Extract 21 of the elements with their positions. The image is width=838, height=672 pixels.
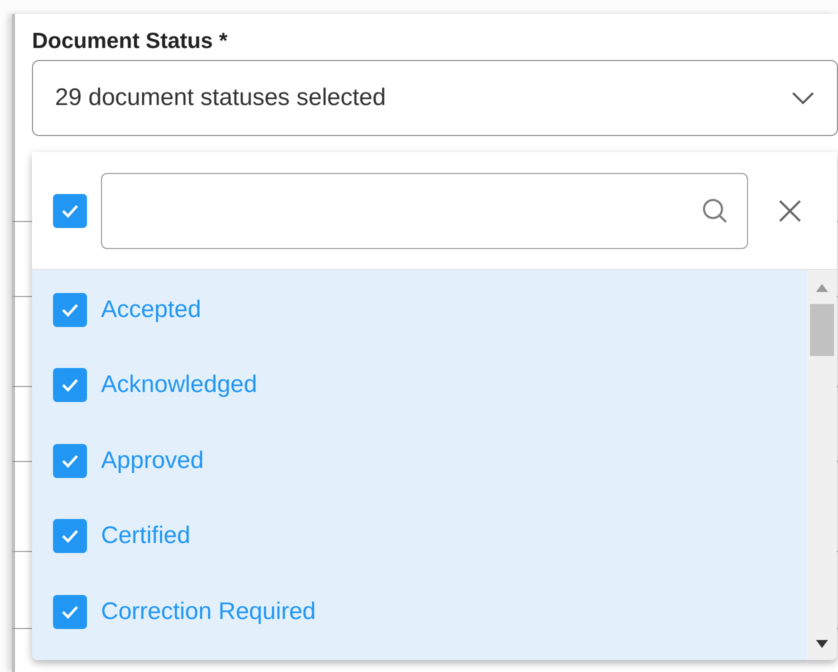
scroll-up-icon[interactable] [816, 284, 828, 292]
scroll-down-icon[interactable] [816, 640, 828, 648]
search-field[interactable] [101, 172, 748, 248]
status-option[interactable]: Certified [32, 498, 807, 574]
select-all-checkbox[interactable] [53, 194, 87, 228]
status-option[interactable]: Acknowledged [32, 348, 807, 423]
status-option[interactable]: Accepted [32, 272, 807, 348]
option-checkbox[interactable] [53, 519, 87, 554]
search-icon [701, 196, 729, 224]
status-option[interactable]: Approved [32, 423, 807, 498]
scrollbar-thumb[interactable] [810, 304, 834, 356]
field-label: Document Status * [32, 27, 229, 55]
option-checkbox[interactable] [53, 292, 87, 327]
option-checkbox[interactable] [53, 444, 87, 478]
chevron-down-icon [791, 91, 815, 105]
option-checkbox[interactable] [53, 368, 87, 402]
status-select[interactable]: 29 document statuses selected [32, 60, 838, 136]
option-checkbox[interactable] [53, 594, 87, 629]
close-icon[interactable] [778, 198, 802, 222]
status-option[interactable]: Correction Required [32, 574, 807, 650]
scrollbar[interactable] [807, 270, 837, 660]
